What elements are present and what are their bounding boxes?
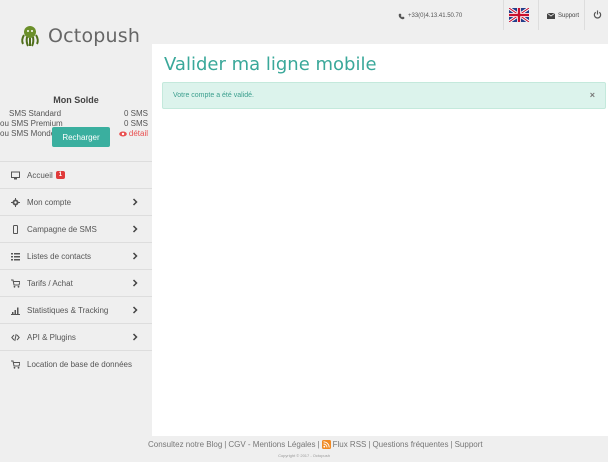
sidebar-item-label: Statistiques & Tracking — [27, 305, 109, 315]
support-label: Support — [558, 13, 580, 19]
list-icon — [10, 251, 20, 261]
success-alert: Votre compte a été validé. × — [162, 82, 606, 109]
cart-icon — [10, 359, 20, 369]
footer-link-cgv[interactable]: CGV - Mentions Légales — [228, 440, 315, 449]
sidebar-item[interactable]: Location de base de données — [0, 350, 152, 377]
balance-title: Mon Solde — [53, 95, 99, 105]
divider — [584, 0, 585, 30]
sidebar-item[interactable]: API & Plugins — [0, 323, 152, 350]
footer-separator: | — [317, 440, 320, 449]
footer-links: Consultez notre Blog | CGV - Mentions Lé… — [148, 440, 483, 449]
code-icon — [10, 332, 20, 342]
alert-text: Votre compte a été validé. — [173, 92, 254, 99]
logo-text: Octopush — [48, 25, 141, 47]
recharge-button[interactable]: Recharger — [52, 127, 110, 147]
main-panel: Valider ma ligne mobile Votre compte a é… — [152, 44, 608, 436]
phone-number[interactable]: +33(0)4.13.41.50.70 — [398, 6, 462, 26]
eye-icon — [119, 131, 127, 136]
footer-link-rss[interactable]: Flux RSS — [333, 440, 367, 449]
sidebar-item[interactable]: Statistiques & Tracking — [0, 296, 152, 323]
phone-icon — [398, 13, 405, 19]
sidebar-menu: Accueil 1 Mon compte Campagne de SMS Listes … — [0, 161, 152, 377]
rss-icon[interactable] — [321, 440, 331, 449]
support-link[interactable]: Support — [547, 6, 579, 26]
footer-link-blog[interactable]: Consultez notre Blog — [148, 440, 222, 449]
top-bar: Octopush +33(0)4.13.41.50.70 Support — [0, 0, 608, 47]
balance-value: 0 SMS — [123, 119, 148, 128]
sidebar-item[interactable]: Campagne de SMS — [0, 215, 152, 242]
balance-label: SMS Standard — [9, 109, 62, 118]
footer-separator: | — [450, 440, 453, 449]
chevron-right-icon — [132, 333, 138, 341]
gear-icon — [10, 197, 20, 207]
power-icon[interactable] — [593, 10, 602, 19]
phone-text: +33(0)4.13.41.50.70 — [408, 13, 463, 19]
sidebar-item[interactable]: Listes de contacts — [0, 242, 152, 269]
bar-chart-icon — [10, 305, 20, 315]
notification-badge: 1 — [55, 171, 66, 179]
sidebar-item-label: Tarifs / Achat — [27, 278, 73, 288]
detail-label: détail — [128, 129, 148, 138]
divider — [503, 0, 504, 30]
sidebar-item-label: Campagne de SMS — [27, 224, 97, 234]
balance-value: 0 SMS — [123, 109, 148, 118]
page-title: Valider ma ligne mobile — [164, 54, 377, 75]
sidebar-item[interactable]: Accueil 1 — [0, 161, 152, 188]
footer: Consultez notre Blog | CGV - Mentions Lé… — [0, 440, 608, 462]
sidebar-item-label: Location de base de données — [27, 359, 132, 369]
chevron-right-icon — [132, 225, 138, 233]
detail-link[interactable]: détail — [119, 129, 148, 138]
chevron-right-icon — [132, 306, 138, 314]
sidebar-item[interactable]: Mon compte — [0, 188, 152, 215]
chevron-right-icon — [132, 279, 138, 287]
cart-icon — [10, 278, 20, 288]
footer-link-support[interactable]: Support — [455, 440, 483, 449]
sidebar-item-label: Accueil — [27, 170, 53, 180]
footer-separator: | — [368, 440, 371, 449]
envelope-icon — [547, 13, 555, 19]
copyright: Copyright © 2017 - Octopush — [278, 453, 330, 458]
divider — [538, 0, 539, 30]
sidebar-item-label: API & Plugins — [27, 332, 76, 342]
chevron-right-icon — [132, 198, 138, 206]
sidebar-item-label: Listes de contacts — [27, 251, 92, 261]
monitor-icon — [10, 170, 20, 180]
uk-flag-icon[interactable] — [509, 8, 529, 22]
footer-separator: | — [224, 440, 227, 449]
balance-label: ou SMS Monde — [0, 129, 56, 138]
octopus-logo-icon — [21, 26, 39, 47]
sidebar-item-label: Mon compte — [27, 197, 72, 207]
logo[interactable]: Octopush — [18, 24, 140, 48]
sidebar-item[interactable]: Tarifs / Achat — [0, 269, 152, 296]
close-icon[interactable]: × — [590, 91, 595, 100]
chevron-right-icon — [132, 252, 138, 260]
mobile-icon — [10, 224, 20, 234]
footer-link-faq[interactable]: Questions fréquentes — [372, 440, 448, 449]
